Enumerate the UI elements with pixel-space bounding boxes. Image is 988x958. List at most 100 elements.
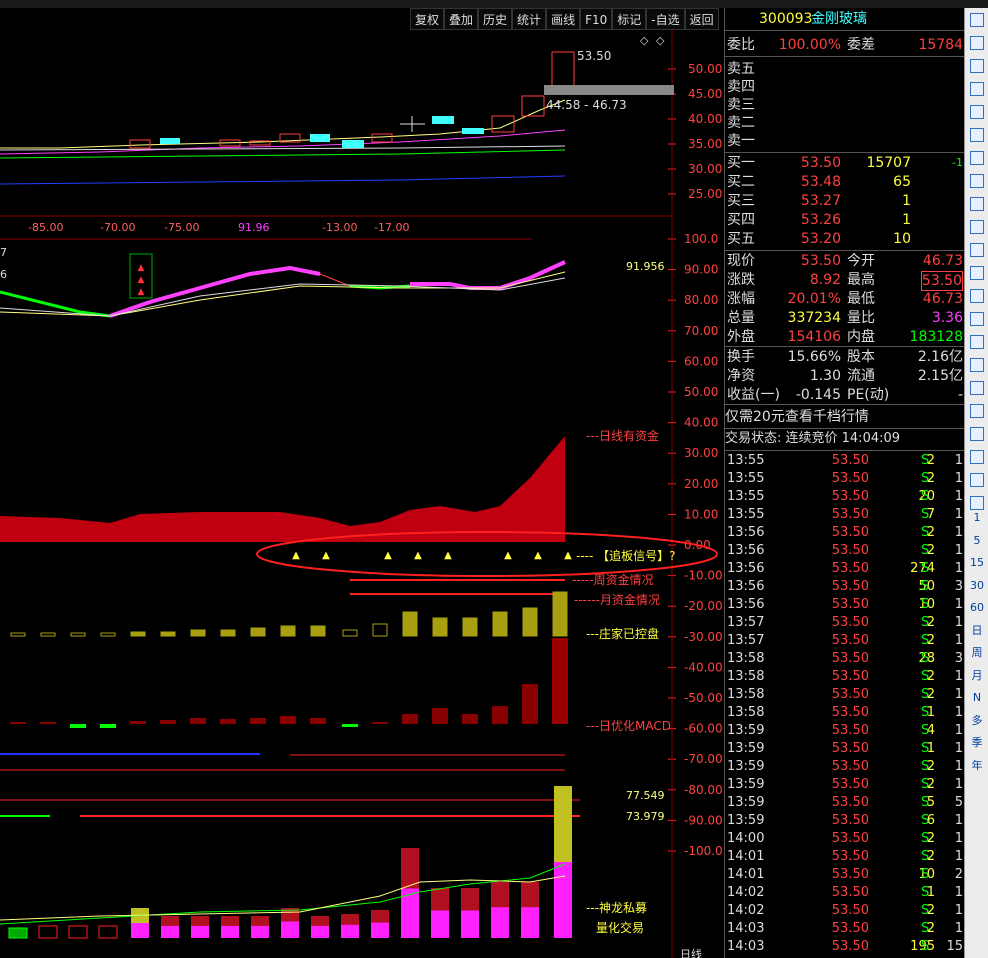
sidebar-tool-icon[interactable] [965, 33, 988, 53]
chart-toolbar: 复权 叠加 历史 统计 画线 F10 标记 -自选 返回 [410, 8, 719, 30]
tick-row: 13:55 53.50 2 S 1 [727, 453, 963, 468]
right-axis: 50.00 45.00 40.00 35.00 30.00 25.00 100.0 90.00… [668, 62, 723, 858]
toolbar-f10-button[interactable]: F10 [580, 8, 613, 30]
sidebar-tool-icon[interactable] [965, 171, 988, 191]
toolbar-mark-button[interactable]: 标记 [612, 8, 647, 30]
svg-text:---庄家已控盘: ---庄家已控盘 [586, 626, 659, 641]
indicator-axis-tick: -90.00 [684, 813, 723, 827]
indicator-axis-tick: -80.00 [684, 783, 723, 797]
indicator-axis-tick: -20.00 [684, 599, 723, 613]
volume-bar [38, 925, 58, 939]
ask-row[interactable]: 卖四 [725, 78, 965, 96]
period-button[interactable]: 季 [965, 733, 988, 753]
bid-row[interactable]: 买一 53.50 15707 -1 [725, 154, 965, 172]
period-button[interactable]: 1 [965, 508, 988, 528]
tick-row: 14:01 53.50 10 S 2 [727, 867, 963, 882]
period-button[interactable]: 周 [965, 643, 988, 663]
control-bar [280, 625, 296, 637]
period-button[interactable]: 多 [965, 711, 988, 731]
bid-row[interactable]: 买四 53.26 1 [725, 211, 965, 229]
price-axis-tick: 35.00 [688, 137, 722, 151]
toolbar-overlay-button[interactable]: 叠加 [444, 8, 479, 30]
control-bar [310, 625, 326, 637]
stock-header: 300093 金刚玻璃 [725, 10, 965, 28]
toolbar-stats-button[interactable]: 统计 [512, 8, 547, 30]
control-bar [492, 611, 508, 637]
period-button[interactable]: 15 [965, 553, 988, 573]
bid-row[interactable]: 买五 53.20 10 [725, 230, 965, 248]
quote-panel: 300093 金刚玻璃 委比 100.00% 委差 15784 卖五 卖四 卖三 卖二… [724, 8, 965, 958]
sidebar-tool-icon[interactable] [965, 194, 988, 214]
chart-area[interactable]: 50.00 45.00 40.00 35.00 30.00 25.00 100.0 90.00… [0, 30, 724, 958]
sidebar-tool-icon[interactable] [965, 470, 988, 490]
bid-row[interactable]: 买三 53.27 1 [725, 192, 965, 210]
control-bar [70, 632, 86, 637]
sidebar-tool-icon[interactable] [965, 217, 988, 237]
sidebar-tool-icon[interactable] [965, 378, 988, 398]
sidebar-tool-icon[interactable] [965, 263, 988, 283]
ask-row[interactable]: 卖三 [725, 96, 965, 114]
sidebar-tool-icon[interactable] [965, 102, 988, 122]
ask-row[interactable]: 卖二 [725, 114, 965, 132]
stat-row: 换手 15.66% 股本 2.16亿 [727, 349, 963, 365]
sidebar-tool-icon[interactable] [965, 79, 988, 99]
period-button[interactable]: 60 [965, 598, 988, 618]
sidebar-tool-icon[interactable] [965, 447, 988, 467]
period-button[interactable]: 日 [965, 621, 988, 641]
signal-triangle: ▲ [292, 550, 300, 561]
indicator-axis-tick: -30.00 [684, 630, 723, 644]
sidebar-tool-icon[interactable] [965, 309, 988, 329]
tick-row: 13:57 53.50 2 S 1 [727, 633, 963, 648]
toolbar-fuquan-button[interactable]: 复权 [410, 8, 445, 30]
tick-row: 13:55 53.50 2 S 1 [727, 471, 963, 486]
sidebar-tool-icon[interactable] [965, 10, 988, 30]
indicator-axis-tick: 20.00 [684, 477, 718, 491]
toolbar-watchlist-button[interactable]: -自选 [646, 8, 685, 30]
toolbar-history-button[interactable]: 历史 [478, 8, 513, 30]
volume-bar [98, 925, 118, 939]
macd-bar [552, 638, 568, 724]
sidebar-tool-icon[interactable] [965, 286, 988, 306]
macd-bar [432, 708, 448, 724]
svg-text:-70.00: -70.00 [100, 221, 135, 234]
sidebar-tool-icon[interactable] [965, 424, 988, 444]
stat-row: 外盘 154106 内盘 183128 [727, 329, 963, 345]
tick-row: 14:01 53.50 2 S 1 [727, 849, 963, 864]
price-axis-tick: 50.00 [688, 62, 722, 76]
toolbar-back-button[interactable]: 返回 [684, 8, 719, 30]
indicator-value: 91.956 [626, 260, 665, 273]
stat-row: 总量 337234 量比 3.36 [727, 310, 963, 326]
indicator-axis-tick: -100.0 [684, 844, 723, 858]
indicator-axis-tick: 30.00 [684, 446, 718, 460]
trade-status: 交易状态: 连续竞价 14:04:09 [725, 431, 901, 446]
period-button[interactable]: 30 [965, 576, 988, 596]
ask-row[interactable]: 卖一 [725, 132, 965, 150]
svg-text:日线: 日线 [680, 947, 702, 958]
period-button[interactable]: 年 [965, 756, 988, 776]
sidebar-tool-icon[interactable] [965, 148, 988, 168]
window-title-bar [0, 0, 988, 8]
control-bar [462, 617, 478, 637]
toolbar-draw-button[interactable]: 画线 [546, 8, 581, 30]
tick-row: 13:58 53.50 2 S 1 [727, 687, 963, 702]
sidebar-tool-icon[interactable] [965, 355, 988, 375]
sidebar-tool-icon[interactable] [965, 401, 988, 421]
sidebar-tool-icon[interactable] [965, 56, 988, 76]
svg-text:◇: ◇ [640, 34, 649, 47]
sidebar-tool-icon[interactable] [965, 332, 988, 352]
bid-row[interactable]: 买二 53.48 65 [725, 173, 965, 191]
macd-bar [522, 684, 538, 724]
sidebar-tool-icon[interactable] [965, 240, 988, 260]
sidebar-tool-icon[interactable] [965, 125, 988, 145]
control-bar [432, 617, 448, 637]
tick-row: 13:58 53.50 28 S 3 [727, 651, 963, 666]
stat-row: 净资 1.30 流通 2.15亿 [727, 368, 963, 384]
period-button[interactable]: 5 [965, 531, 988, 551]
ask-row[interactable]: 卖五 [725, 60, 965, 78]
svg-text:▲: ▲ [138, 287, 145, 297]
tick-row: 13:59 53.50 4 S 1 [727, 723, 963, 738]
svg-text:▲: ▲ [138, 275, 145, 285]
promo-link[interactable]: 仅需20元查看千档行情 [725, 408, 965, 426]
period-button[interactable]: N [965, 688, 988, 708]
period-button[interactable]: 月 [965, 666, 988, 686]
